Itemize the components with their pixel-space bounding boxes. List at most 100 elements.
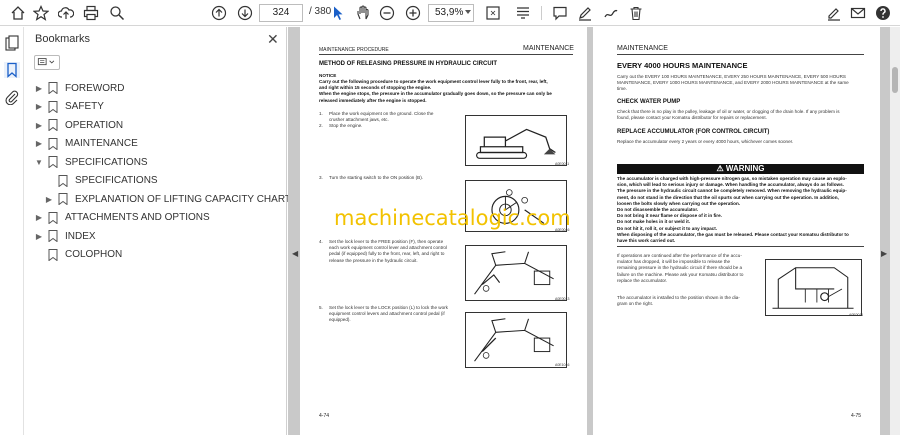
document-page-left: MAINTENANCE PROCEDURE MAINTENANCE METHOD…	[300, 27, 587, 435]
collapse-left-icon[interactable]: ◀	[292, 249, 298, 258]
upload-cloud-icon[interactable]	[56, 3, 76, 23]
step-number: 5.	[319, 305, 323, 310]
search-icon[interactable]	[107, 3, 127, 23]
chevron-right-icon[interactable]: ▶	[34, 84, 44, 93]
bookmark-item[interactable]: COLOPHON	[34, 246, 122, 264]
step-text: release the pressure in the hydraulic ci…	[329, 257, 418, 263]
collapse-right-icon[interactable]: ▶	[881, 249, 887, 258]
page-header-large: MAINTENANCE	[523, 45, 574, 52]
subsection-title: REPLACE ACCUMULATOR (FOR CONTROL CIRCUIT…	[617, 129, 770, 135]
chevron-down-icon[interactable]	[465, 10, 471, 14]
section-title: EVERY 4000 HOURS MAINTENANCE	[617, 61, 748, 70]
star-icon[interactable]	[31, 3, 51, 23]
bookmark-label: FOREWORD	[65, 82, 125, 94]
vertical-scrollbar[interactable]	[890, 27, 900, 435]
zoom-in-icon[interactable]	[403, 3, 423, 23]
bookmark-icon	[58, 193, 68, 206]
step-number: 3.	[319, 175, 323, 180]
bookmark-item[interactable]: ▶ OPERATION	[34, 116, 123, 134]
bookmark-item[interactable]: ▶ FOREWORD	[34, 79, 124, 97]
email-icon[interactable]	[848, 3, 868, 23]
bookmark-label: EXPLANATION OF LIFTING CAPACITY CHART	[75, 193, 291, 205]
bookmark-icon	[48, 248, 58, 261]
bookmark-icon	[48, 82, 58, 95]
chevron-right-icon[interactable]: ▶	[34, 213, 44, 222]
warning-triangle-icon: ⚠	[716, 164, 724, 173]
bookmark-label: MAINTENANCE	[65, 138, 138, 149]
select-cursor-icon[interactable]	[328, 3, 348, 23]
figure-number: A0E0011	[555, 162, 570, 166]
print-icon[interactable]	[81, 3, 101, 23]
bookmark-item[interactable]: SPECIFICATIONS	[44, 172, 158, 190]
step-number: 4.	[319, 239, 323, 244]
bookmark-icon[interactable]	[4, 62, 20, 78]
bookmark-options-button[interactable]	[34, 55, 60, 70]
lock-lever-free-figure	[465, 245, 567, 301]
excavator-figure	[465, 115, 567, 166]
fit-page-icon[interactable]	[483, 3, 503, 23]
body-line: found, please contact your Komatsu distr…	[617, 115, 767, 121]
document-view[interactable]: ◀ ▶ MAINTENANCE PROCEDURE MAINTENANCE ME…	[288, 27, 890, 435]
body-line: Replace the accumulator every 2 years or…	[617, 139, 794, 144]
page-number-input[interactable]: 324	[259, 4, 303, 22]
bookmarks-panel: Bookmarks ✕ ▶ FOREWORD ▶ SAFETY ▶ OPERATION ▶ M…	[24, 27, 291, 435]
step-number: 2.	[319, 123, 323, 128]
chevron-right-icon[interactable]: ▶	[34, 102, 44, 111]
intro-line: time.	[617, 86, 627, 92]
scroll-mode-icon[interactable]	[513, 3, 533, 23]
page-number: 4-74	[319, 413, 330, 419]
bookmark-label: SPECIFICATIONS	[65, 156, 148, 168]
home-icon[interactable]	[8, 3, 28, 23]
lock-lever-lock-figure	[465, 312, 567, 368]
chevron-right-icon[interactable]: ▶	[34, 232, 44, 241]
chevron-down-icon[interactable]: ▼	[34, 158, 44, 167]
page-header-small: MAINTENANCE PROCEDURE	[319, 47, 389, 53]
bookmark-item[interactable]: ▶ ATTACHMENTS AND OPTIONS	[34, 209, 210, 227]
bookmark-icon	[48, 230, 58, 243]
toolbar: 324 / 380 53,9%	[0, 0, 900, 26]
warning-line: have this work carried out.	[617, 238, 676, 243]
bookmark-item[interactable]: ▼ SPECIFICATIONS	[34, 153, 148, 171]
bookmark-label: OPERATION	[65, 119, 124, 131]
pages-thumbnail-icon[interactable]	[4, 35, 20, 51]
step-text: Stop the engine.	[329, 123, 363, 128]
divider	[617, 246, 864, 247]
page-number: 4-75	[851, 413, 862, 419]
chevron-right-icon[interactable]: ▶	[44, 195, 54, 204]
subsection-title: CHECK WATER PUMP	[617, 99, 681, 105]
chevron-right-icon[interactable]: ▶	[34, 139, 44, 148]
scrollbar-thumb[interactable]	[892, 67, 898, 93]
bookmark-item[interactable]: ▶ INDEX	[34, 227, 96, 245]
page-up-icon[interactable]	[209, 3, 229, 23]
section-title: METHOD OF RELEASING PRESSURE IN HYDRAULI…	[319, 61, 498, 67]
bookmark-item[interactable]: ▶ EXPLANATION OF LIFTING CAPACITY CHART	[44, 190, 291, 208]
navigation-rail	[0, 27, 24, 435]
toolbar-divider	[541, 6, 542, 20]
comment-icon[interactable]	[550, 3, 570, 23]
step-text: equipped).	[329, 317, 351, 323]
header-rule	[319, 54, 573, 55]
notice-line: released immediately after the engine is…	[319, 97, 427, 103]
delete-icon[interactable]	[626, 3, 646, 23]
edit-sign-icon[interactable]	[824, 3, 844, 23]
attachment-paperclip-icon[interactable]	[4, 89, 20, 106]
highlight-pen-icon[interactable]	[575, 3, 595, 23]
chevron-right-icon[interactable]: ▶	[34, 121, 44, 130]
bookmark-item[interactable]: ▶ MAINTENANCE	[34, 135, 138, 153]
bookmark-icon	[48, 211, 58, 224]
bookmark-label: SPECIFICATIONS	[75, 175, 158, 186]
draw-icon[interactable]	[601, 3, 621, 23]
page-down-icon[interactable]	[235, 3, 255, 23]
close-icon[interactable]: ✕	[267, 31, 279, 48]
zoom-out-icon[interactable]	[377, 3, 397, 23]
bookmark-item[interactable]: ▶ SAFETY	[34, 98, 104, 116]
bookmark-icon	[48, 137, 58, 150]
panel-title: Bookmarks	[35, 33, 91, 45]
help-icon[interactable]	[873, 3, 893, 23]
bookmark-label: ATTACHMENTS AND OPTIONS	[65, 212, 210, 223]
warning-label: WARNING	[725, 164, 765, 173]
figure-number: A0E0011	[849, 313, 864, 317]
hand-tool-icon[interactable]	[353, 3, 373, 23]
bookmark-icon	[48, 119, 58, 132]
body-line: replace the accumulator.	[617, 277, 668, 283]
